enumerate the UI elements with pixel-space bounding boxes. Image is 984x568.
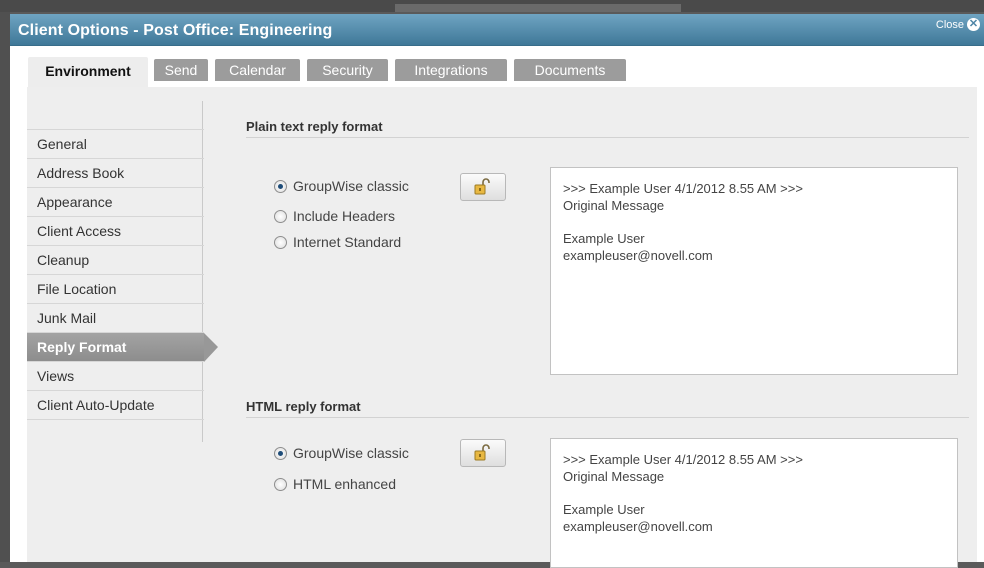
plain-internet-standard-radio[interactable]: Internet Standard: [274, 234, 401, 250]
sidebar-item-appearance[interactable]: Appearance: [27, 187, 204, 216]
sidebar-item-junk-mail[interactable]: Junk Mail: [27, 303, 204, 332]
sidebar-item-client-access[interactable]: Client Access: [27, 216, 204, 245]
plain-include-headers-radio[interactable]: Include Headers: [274, 208, 395, 224]
background-window-edge: [0, 12, 10, 562]
unlocked-padlock-icon: [474, 178, 490, 195]
sidebar-item-client-auto-update[interactable]: Client Auto-Update: [27, 390, 204, 420]
close-button[interactable]: Close ✕: [936, 18, 980, 31]
close-icon: ✕: [967, 18, 980, 31]
dialog-title: Client Options - Post Office: Engineerin…: [18, 22, 333, 39]
radio-unselected-icon: [274, 477, 287, 491]
tab-integrations[interactable]: Integrations: [395, 59, 507, 81]
section-divider: [246, 417, 969, 418]
tab-calendar[interactable]: Calendar: [215, 59, 300, 81]
sidebar-item-reply-format[interactable]: Reply Format: [27, 332, 218, 362]
radio-label: GroupWise classic: [293, 178, 409, 194]
preview-body: Original Message: [563, 198, 665, 213]
preview-signature-name: Example User: [563, 502, 645, 517]
close-label: Close: [935, 18, 964, 31]
radio-unselected-icon: [274, 235, 287, 249]
dialog-titlebar: Client Options - Post Office: Engineerin…: [10, 14, 984, 46]
plain-text-lock-button[interactable]: [460, 173, 506, 201]
radio-selected-icon: [274, 179, 287, 193]
preview-header: >>> Example User 4/1/2012 8.55 AM >>>: [563, 181, 803, 196]
sidebar-item-cleanup[interactable]: Cleanup: [27, 245, 204, 274]
html-groupwise-classic-radio[interactable]: GroupWise classic: [274, 445, 409, 461]
radio-label: GroupWise classic: [293, 445, 409, 461]
client-options-dialog: Client Options - Post Office: Engineerin…: [10, 14, 984, 568]
preview-signature-name: Example User: [563, 231, 645, 246]
section-divider: [246, 137, 969, 138]
radio-label: Include Headers: [293, 208, 395, 224]
preview-body: Original Message: [563, 469, 665, 484]
tab-documents[interactable]: Documents: [514, 59, 626, 81]
tab-security[interactable]: Security: [307, 59, 388, 81]
html-section-title: HTML reply format: [246, 399, 361, 414]
html-preview: >>> Example User 4/1/2012 8.55 AM >>> Or…: [550, 438, 958, 568]
tab-panel-environment: General Address Book Appearance Client A…: [27, 87, 977, 568]
tab-send[interactable]: Send: [154, 59, 208, 81]
sidebar-nav: General Address Book Appearance Client A…: [27, 129, 218, 420]
tab-environment[interactable]: Environment: [28, 57, 148, 87]
radio-label: Internet Standard: [293, 234, 402, 250]
html-lock-button[interactable]: [460, 439, 506, 467]
plain-groupwise-classic-radio[interactable]: GroupWise classic: [274, 178, 409, 194]
background-window-strip: [0, 0, 984, 12]
unlocked-padlock-icon: [474, 444, 490, 461]
sidebar-item-general[interactable]: General: [27, 129, 204, 158]
radio-selected-icon: [274, 446, 287, 460]
plain-text-preview: >>> Example User 4/1/2012 8.55 AM >>> Or…: [550, 167, 958, 375]
plain-text-section-title: Plain text reply format: [246, 119, 383, 134]
sidebar-item-file-location[interactable]: File Location: [27, 274, 204, 303]
preview-header: >>> Example User 4/1/2012 8.55 AM >>>: [563, 452, 803, 467]
sidebar-item-address-book[interactable]: Address Book: [27, 158, 204, 187]
radio-unselected-icon: [274, 209, 287, 223]
preview-signature-email: exampleuser@novell.com: [563, 519, 713, 534]
preview-signature-email: exampleuser@novell.com: [563, 248, 713, 263]
sidebar-item-views[interactable]: Views: [27, 361, 204, 390]
radio-label: HTML enhanced: [293, 476, 396, 492]
html-enhanced-radio[interactable]: HTML enhanced: [274, 476, 396, 492]
